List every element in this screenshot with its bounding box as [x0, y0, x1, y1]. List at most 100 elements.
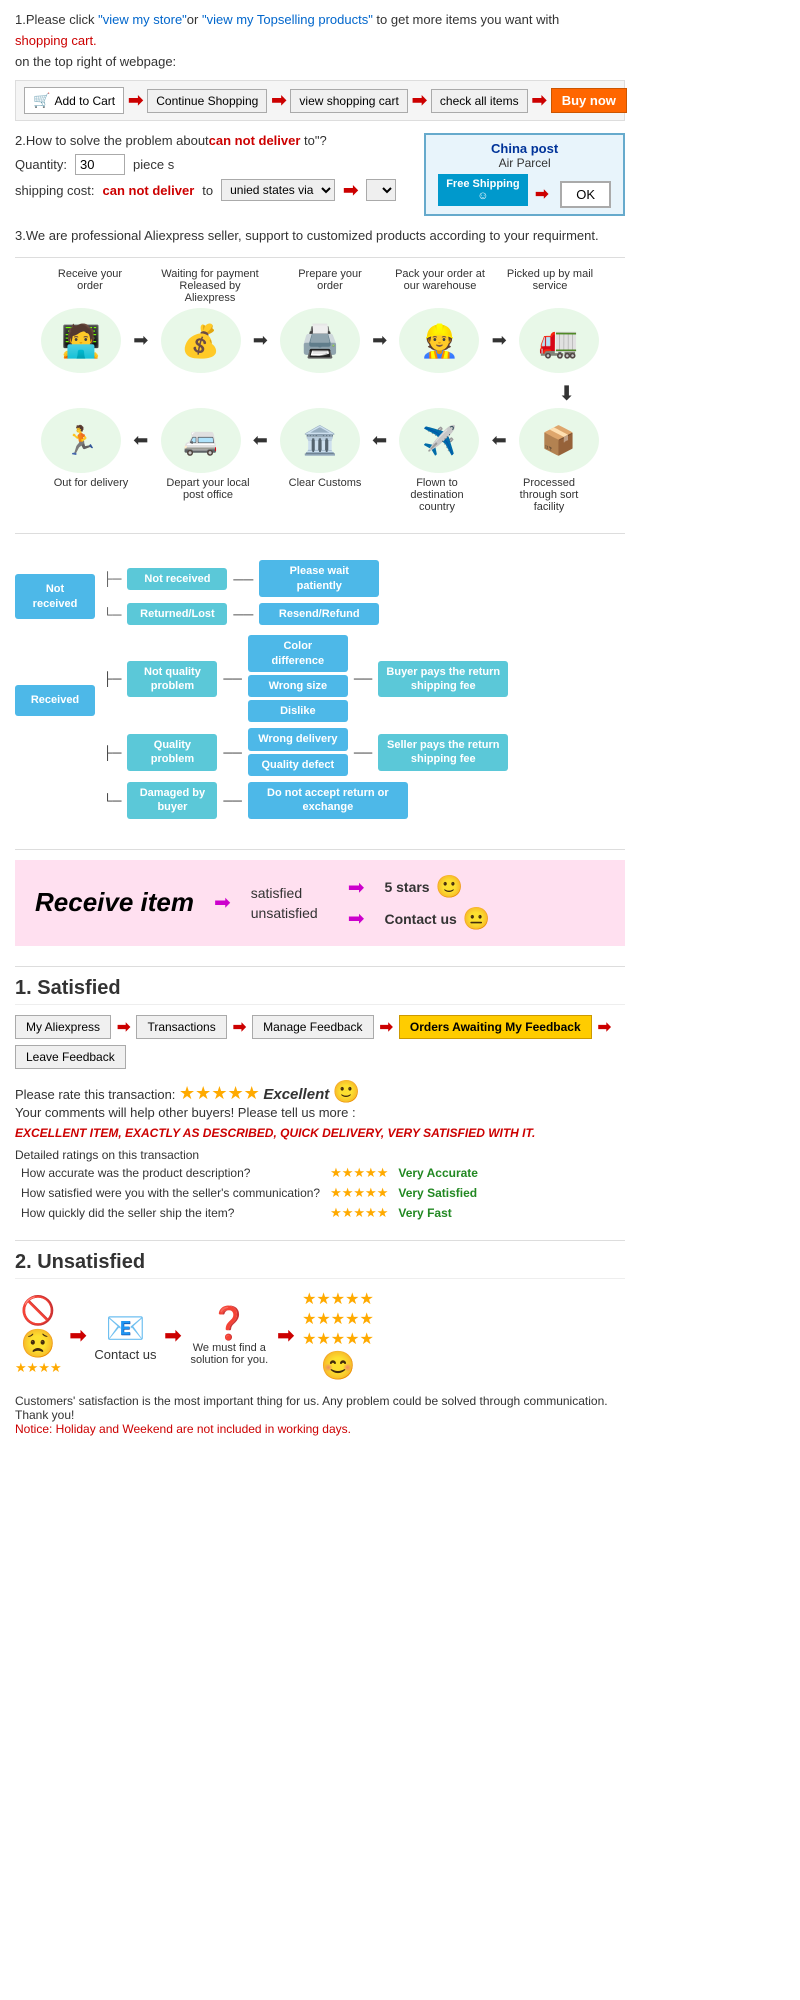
- stars-display: ★★★★★: [179, 1083, 260, 1103]
- pieces-label: piece s: [133, 157, 174, 172]
- arrow-nr2: ──: [233, 606, 253, 622]
- flow-bot-label-0: Out for delivery: [46, 477, 136, 513]
- returned-lost-box: Returned/Lost: [127, 603, 227, 625]
- flow-arrow-b1: ⬅: [133, 430, 148, 451]
- divider2: [15, 533, 625, 534]
- flow-label-0: Receive your order: [45, 268, 135, 304]
- manage-feedback-btn[interactable]: Manage Feedback: [252, 1015, 373, 1039]
- flow-icon-bot-3: ✈️: [399, 408, 479, 473]
- topselling-link[interactable]: "view my Topselling products": [202, 12, 373, 27]
- not-quality-box: Not quality problem: [127, 661, 217, 698]
- not-received-root: Not received: [15, 574, 95, 619]
- unsatisfied-section: 2. Unsatisfied 🚫 😟 ★★★★ ➡ 📧 Contact us ➡…: [15, 1251, 625, 1436]
- wrong-size-box: Wrong size: [248, 675, 348, 697]
- rate-text: Please rate this transaction:: [15, 1087, 175, 1102]
- arrow-r2b: ──: [354, 745, 372, 760]
- flow-arrow-t2: ➡: [253, 330, 268, 351]
- no-return-box: Do not accept return or exchange: [248, 782, 408, 819]
- flow-icon-bot-1: 🚐: [161, 408, 241, 473]
- shipping-method-select[interactable]: [366, 179, 396, 201]
- leave-feedback-btn[interactable]: Leave Feedback: [15, 1045, 126, 1069]
- notice2: Notice: Holiday and Weekend are not incl…: [15, 1422, 625, 1436]
- flow-icon-4: 🚛: [519, 308, 599, 373]
- flow-icon-bot-4: 📦: [519, 408, 599, 473]
- section3: 3.We are professional Aliexpress seller,…: [15, 228, 625, 243]
- wrong-delivery-box: Wrong delivery: [248, 728, 348, 750]
- section1-text4: on the top right of webpage:: [15, 52, 625, 73]
- find-solution: We must find a solution for you.: [189, 1342, 269, 1366]
- flow-label-4: Picked up by mail service: [505, 268, 595, 304]
- section1-text1: 1.Please click: [15, 12, 98, 27]
- fb-arrow4: ➡: [598, 1017, 611, 1037]
- shipping-select[interactable]: unied states via: [221, 179, 335, 201]
- arrow-r2: ──: [223, 745, 241, 760]
- arrow-r1: ──: [223, 671, 241, 686]
- arrow2: ➡: [271, 90, 286, 111]
- check-all-button[interactable]: check all items: [431, 89, 528, 113]
- section1-text2: or: [187, 12, 202, 27]
- my-aliexpress-btn[interactable]: My Aliexpress: [15, 1015, 111, 1039]
- flow-icon-0: 🧑‍💻: [41, 308, 121, 373]
- neutral-icon: 😐: [463, 906, 490, 932]
- add-to-cart-button[interactable]: 🛒 Add to Cart: [24, 87, 124, 114]
- transactions-btn[interactable]: Transactions: [136, 1015, 226, 1039]
- fb-arrow3: ➡: [380, 1017, 393, 1037]
- qty-label: Quantity:: [15, 157, 67, 172]
- arrow-r1b: ──: [354, 671, 372, 686]
- receive-item-title: Receive item: [35, 887, 194, 918]
- decision-tree: Not received ├─ Not received ── Please w…: [15, 544, 625, 838]
- flow-bot-label-1: Depart your local post office: [158, 477, 258, 513]
- buy-now-button[interactable]: Buy now: [551, 88, 627, 113]
- rating3-stars: ★★★★★: [330, 1205, 388, 1220]
- section1: 1.Please click "view my store"or "view m…: [15, 10, 625, 121]
- arrow-sat: ➡: [348, 875, 365, 900]
- cant-deliver2: can not deliver: [103, 183, 195, 198]
- flow-icon-1: 💰: [161, 308, 241, 373]
- rating3-value: Very Fast: [398, 1206, 451, 1220]
- receive-arrow: ➡: [214, 890, 231, 915]
- please-wait-box: Please wait patiently: [259, 560, 379, 597]
- qty-input[interactable]: [75, 154, 125, 175]
- received-root: Received: [15, 685, 95, 715]
- flow-bot-label-4: Processed through sort facility: [504, 477, 594, 513]
- flow-bot-label-2: Clear Customs: [280, 477, 370, 513]
- flow-label-2: Prepare your order: [285, 268, 375, 304]
- smile-icon: 🙂: [436, 874, 463, 900]
- unsat-arrow1: ➡: [70, 1323, 87, 1348]
- ratings-table: Detailed ratings on this transaction How…: [15, 1148, 625, 1224]
- view-store-link[interactable]: "view my store": [98, 12, 187, 27]
- flow-arrow-b2: ⬅: [253, 430, 268, 451]
- flow-arrow-t4: ➡: [492, 330, 507, 351]
- feedback-flow: My Aliexpress ➡ Transactions ➡ Manage Fe…: [15, 1015, 625, 1069]
- unsat-flow: 🚫 😟 ★★★★ ➡ 📧 Contact us ➡ ❓ We must find…: [15, 1289, 625, 1382]
- unsat-arrow3: ➡: [277, 1323, 294, 1348]
- unsat-arrow2: ➡: [165, 1323, 182, 1348]
- line-nr2: └─: [103, 607, 121, 622]
- excellent-comment: EXCELLENT ITEM, EXACTLY AS DESCRIBED, QU…: [15, 1126, 625, 1140]
- line-r3: └─: [103, 793, 121, 808]
- ok-button[interactable]: OK: [560, 181, 611, 208]
- section3-text: 3.We are professional Aliexpress seller,…: [15, 228, 625, 243]
- dislike-box: Dislike: [248, 700, 348, 722]
- color-diff-box: Color difference: [248, 635, 348, 672]
- view-cart-button[interactable]: view shopping cart: [290, 89, 407, 113]
- rating2-stars: ★★★★★: [330, 1185, 388, 1200]
- free-shipping-box: Free Shipping ☺: [438, 174, 527, 206]
- divider4: [15, 966, 625, 967]
- continue-shopping-button[interactable]: Continue Shopping: [147, 89, 267, 113]
- fb-arrow2: ➡: [233, 1017, 246, 1037]
- flow-label-3: Pack your order at our warehouse: [395, 268, 485, 304]
- flow-section: Receive your order Waiting for payment R…: [15, 268, 625, 513]
- arrow4: ➡: [532, 90, 547, 111]
- fb-arrow1: ➡: [117, 1017, 130, 1037]
- flow-icon-bot-0: 🏃: [41, 408, 121, 473]
- orders-awaiting-btn[interactable]: Orders Awaiting My Feedback: [399, 1015, 592, 1039]
- excellent-label: Excellent: [263, 1086, 329, 1103]
- rating1-value: Very Accurate: [398, 1166, 478, 1180]
- contact-us-label: Contact us: [384, 911, 456, 927]
- flow-label-1: Waiting for payment Released by Aliexpre…: [155, 268, 265, 304]
- satisfied-section: 1. Satisfied My Aliexpress ➡ Transaction…: [15, 977, 625, 1224]
- flow-bot-label-3: Flown to destination country: [392, 477, 482, 513]
- quality-defect-box: Quality defect: [248, 754, 348, 776]
- shopping-cart-text: shopping cart.: [15, 33, 97, 48]
